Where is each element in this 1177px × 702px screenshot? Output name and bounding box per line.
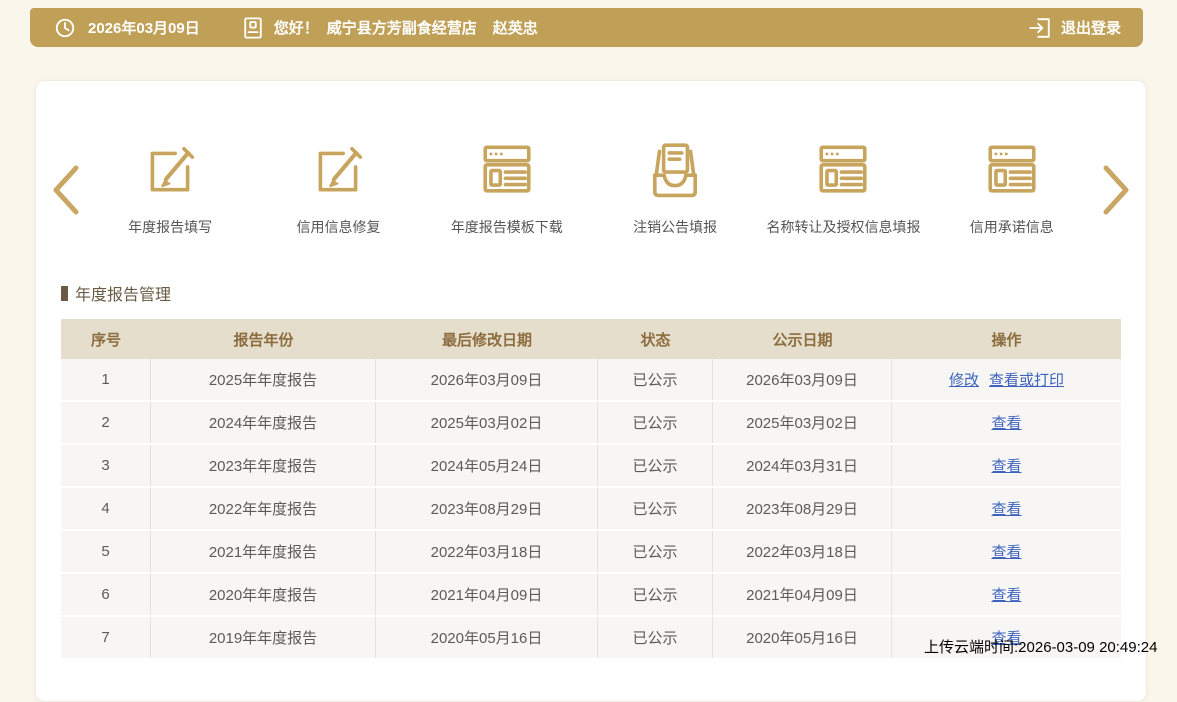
column-header-actions: 操作 [892, 319, 1121, 359]
chevron-left-icon[interactable] [46, 161, 86, 219]
published-date: 2021年04月09日 [713, 574, 892, 615]
id-badge-icon [242, 16, 264, 40]
user-name: 赵英忠 [493, 17, 538, 38]
report-year: 2024年年度报告 [151, 402, 376, 443]
table-header-row: 序号 报告年份 最后修改日期 状态 公示日期 操作 [61, 319, 1121, 359]
report-year: 2023年年度报告 [151, 445, 376, 486]
column-header-modified: 最后修改日期 [376, 319, 598, 359]
table-row: 3 2023年年度报告 2024年05月24日 已公示 2024年03月31日 … [61, 445, 1121, 488]
main-card: 年度报告填写 信用信息修复 [35, 80, 1147, 702]
chevron-right-icon[interactable] [1096, 161, 1136, 219]
row-index: 6 [61, 574, 151, 615]
carousel-item-name-transfer[interactable]: 名称转让及授权信息填报 [759, 139, 927, 237]
view-link[interactable]: 查看 [991, 541, 1021, 562]
row-index: 3 [61, 445, 151, 486]
table-row: 4 2022年年度报告 2023年08月29日 已公示 2023年08月29日 … [61, 488, 1121, 531]
inbox-document-icon [646, 139, 704, 199]
section-title: 年度报告管理 [61, 281, 171, 305]
actions-cell: 查看 [892, 574, 1121, 615]
report-year: 2020年年度报告 [151, 574, 376, 615]
carousel-item-label: 年度报告模板下载 [451, 217, 563, 237]
modified-date: 2022年03月18日 [376, 531, 598, 572]
row-index: 7 [61, 617, 151, 658]
status: 已公示 [598, 445, 713, 486]
section-title-text: 年度报告管理 [75, 281, 171, 305]
upload-timestamp: 上传云端时间:2026-03-09 20:49:24 [924, 636, 1157, 657]
view-link[interactable]: 查看 [991, 412, 1021, 433]
modified-date: 2020年05月16日 [376, 617, 598, 658]
actions-cell: 修改 查看或打印 [892, 359, 1121, 400]
greeting-label: 您好！ [274, 17, 319, 38]
row-index: 5 [61, 531, 151, 572]
status: 已公示 [598, 574, 713, 615]
row-index: 1 [61, 359, 151, 400]
status: 已公示 [598, 488, 713, 529]
table-row: 2 2024年年度报告 2025年03月02日 已公示 2025年03月02日 … [61, 402, 1121, 445]
logout-button[interactable]: 退出登录 [1028, 16, 1121, 40]
published-date: 2026年03月09日 [713, 359, 892, 400]
published-date: 2023年08月29日 [713, 488, 892, 529]
column-header-published: 公示日期 [713, 319, 892, 359]
status: 已公示 [598, 531, 713, 572]
webpage-icon [478, 139, 536, 199]
carousel-item-credit-commitment[interactable]: 信用承诺信息 [928, 139, 1096, 237]
modified-date: 2023年08月29日 [376, 488, 598, 529]
edit-pencil-icon [309, 139, 367, 199]
report-year: 2019年年度报告 [151, 617, 376, 658]
webpage-icon [814, 139, 872, 199]
table-row: 6 2020年年度报告 2021年04月09日 已公示 2021年04月09日 … [61, 574, 1121, 617]
status: 已公示 [598, 359, 713, 400]
view-link[interactable]: 查看 [991, 498, 1021, 519]
logout-label: 退出登录 [1061, 17, 1121, 38]
modified-date: 2024年05月24日 [376, 445, 598, 486]
report-year: 2021年年度报告 [151, 531, 376, 572]
actions-cell: 查看 [892, 531, 1121, 572]
carousel-item-label: 名称转让及授权信息填报 [766, 217, 920, 237]
actions-cell: 查看 [892, 402, 1121, 443]
status: 已公示 [598, 617, 713, 658]
carousel-item-credit-repair[interactable]: 信用信息修复 [254, 139, 422, 237]
current-date: 2026年03月09日 [88, 17, 200, 38]
view-or-print-link[interactable]: 查看或打印 [989, 369, 1064, 390]
actions-cell: 查看 [892, 445, 1121, 486]
modified-date: 2021年04月09日 [376, 574, 598, 615]
column-header-year: 报告年份 [151, 319, 376, 359]
published-date: 2020年05月16日 [713, 617, 892, 658]
top-bar: 2026年03月09日 您好！ 威宁县方芳副食经营店 赵英忠 退出登录 [30, 8, 1143, 47]
row-index: 4 [61, 488, 151, 529]
webpage-icon [983, 139, 1041, 199]
edit-pencil-icon [141, 139, 199, 199]
view-link[interactable]: 查看 [991, 455, 1021, 476]
carousel-item-cancellation-notice[interactable]: 注销公告填报 [591, 139, 759, 237]
actions-cell: 查看 [892, 488, 1121, 529]
section-bullet-icon [61, 286, 68, 301]
modified-date: 2025年03月02日 [376, 402, 598, 443]
company-name: 威宁县方芳副食经营店 [327, 17, 477, 38]
report-year: 2022年年度报告 [151, 488, 376, 529]
function-carousel: 年度报告填写 信用信息修复 [46, 139, 1136, 237]
published-date: 2022年03月18日 [713, 531, 892, 572]
logout-icon [1028, 16, 1052, 40]
carousel-item-label: 信用承诺信息 [970, 217, 1054, 237]
annual-report-table: 序号 报告年份 最后修改日期 状态 公示日期 操作 1 2025年年度报告 20… [61, 319, 1121, 660]
view-link[interactable]: 查看 [991, 584, 1021, 605]
carousel-item-annual-report-fill[interactable]: 年度报告填写 [86, 139, 254, 237]
status: 已公示 [598, 402, 713, 443]
table-row: 1 2025年年度报告 2026年03月09日 已公示 2026年03月09日 … [61, 359, 1121, 402]
report-year: 2025年年度报告 [151, 359, 376, 400]
carousel-item-label: 注销公告填报 [633, 217, 717, 237]
carousel-item-label: 年度报告填写 [128, 217, 212, 237]
row-index: 2 [61, 402, 151, 443]
published-date: 2024年03月31日 [713, 445, 892, 486]
modified-date: 2026年03月09日 [376, 359, 598, 400]
published-date: 2025年03月02日 [713, 402, 892, 443]
column-header-status: 状态 [598, 319, 713, 359]
clock-icon [54, 17, 76, 39]
carousel-item-template-download[interactable]: 年度报告模板下载 [423, 139, 591, 237]
modify-link[interactable]: 修改 [949, 369, 979, 390]
column-header-index: 序号 [61, 319, 151, 359]
table-row: 5 2021年年度报告 2022年03月18日 已公示 2022年03月18日 … [61, 531, 1121, 574]
carousel-item-label: 信用信息修复 [296, 217, 380, 237]
